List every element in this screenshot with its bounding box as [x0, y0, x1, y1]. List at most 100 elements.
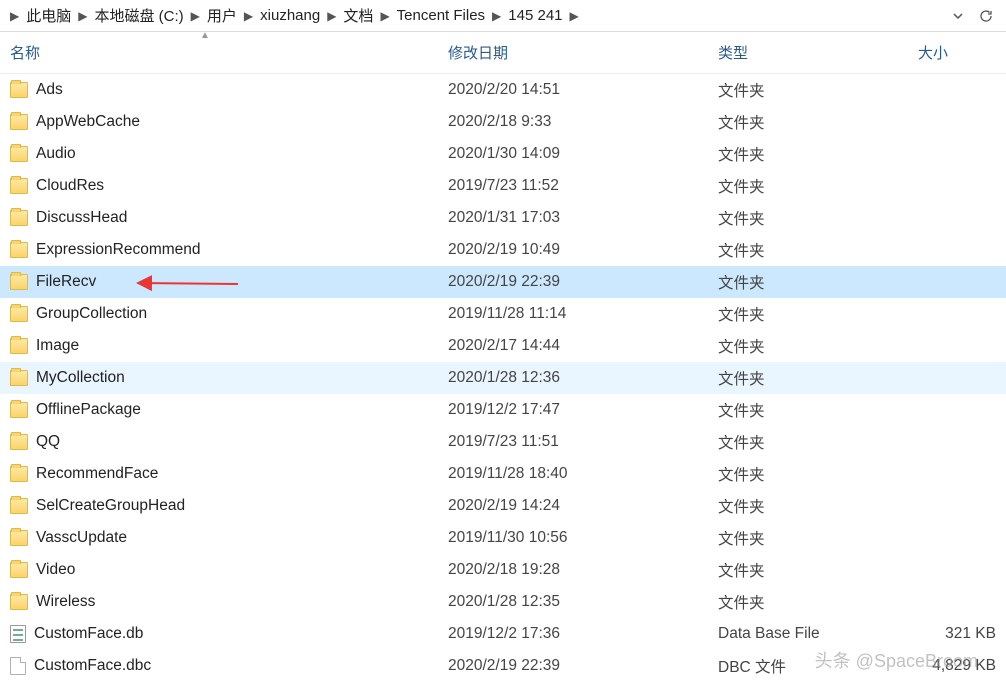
list-item[interactable]: ExpressionRecommend2020/2/19 10:49文件夹: [0, 234, 1006, 266]
cell-type: 文件夹: [710, 335, 910, 357]
breadcrumb-item[interactable]: Tencent Files▶: [394, 5, 504, 26]
cell-date: 2020/2/17 14:44: [440, 337, 710, 355]
folder-icon: [10, 114, 28, 130]
folder-icon: [10, 530, 28, 546]
list-item[interactable]: VasscUpdate2019/11/30 10:56文件夹: [0, 522, 1006, 554]
cell-type: 文件夹: [710, 431, 910, 453]
cell-date: 2020/2/19 14:24: [440, 497, 710, 515]
cell-name: Wireless: [0, 593, 440, 611]
breadcrumb-item[interactable]: 此电脑▶: [23, 3, 89, 28]
column-date[interactable]: 修改日期: [440, 32, 710, 73]
folder-icon: [10, 274, 28, 290]
list-item[interactable]: QQ2019/7/23 11:51文件夹: [0, 426, 1006, 458]
folder-icon: [10, 562, 28, 578]
cell-name: Ads: [0, 81, 440, 99]
item-name: AppWebCache: [36, 113, 140, 131]
folder-icon: [10, 338, 28, 354]
chevron-right-icon[interactable]: ▶: [189, 9, 202, 23]
cell-type: 文件夹: [710, 303, 910, 325]
cell-name: GroupCollection: [0, 305, 440, 323]
cell-date: 2020/1/28 12:35: [440, 593, 710, 611]
chevron-right-icon[interactable]: ▶: [76, 9, 89, 23]
list-item[interactable]: FileRecv2020/2/19 22:39文件夹: [0, 266, 1006, 298]
cell-size: 4,829 KB: [910, 657, 1006, 675]
cell-date: 2019/12/2 17:36: [440, 625, 710, 643]
cell-type: DBC 文件: [710, 655, 910, 677]
breadcrumb-label[interactable]: xiuzhang: [257, 5, 323, 26]
breadcrumb-label[interactable]: Tencent Files: [394, 5, 488, 26]
column-name[interactable]: 名称: [0, 32, 440, 73]
breadcrumb-item[interactable]: 文档▶: [340, 3, 391, 28]
folder-icon: [10, 594, 28, 610]
item-name: Wireless: [36, 593, 95, 611]
breadcrumb-label[interactable]: 此电脑: [23, 3, 74, 28]
chevron-right-icon[interactable]: ▶: [490, 9, 503, 23]
chevron-right-icon[interactable]: ▶: [568, 9, 581, 23]
list-item[interactable]: Image2020/2/17 14:44文件夹: [0, 330, 1006, 362]
list-item[interactable]: AppWebCache2020/2/18 9:33文件夹: [0, 106, 1006, 138]
cell-date: 2019/12/2 17:47: [440, 401, 710, 419]
file-list: Ads2020/2/20 14:51文件夹AppWebCache2020/2/1…: [0, 74, 1006, 682]
list-item[interactable]: SelCreateGroupHead2020/2/19 14:24文件夹: [0, 490, 1006, 522]
item-name: DiscussHead: [36, 209, 127, 227]
chevron-right-icon[interactable]: ▶: [8, 9, 21, 23]
column-type[interactable]: 类型: [710, 32, 910, 73]
cell-type: 文件夹: [710, 143, 910, 165]
cell-date: 2019/11/30 10:56: [440, 529, 710, 547]
list-item[interactable]: DiscussHead 2020/1/31 17:03文件夹: [0, 202, 1006, 234]
cell-name: CloudRes: [0, 177, 440, 195]
breadcrumb-item[interactable]: 本地磁盘 (C:)▶: [91, 3, 201, 28]
item-name: FileRecv: [36, 273, 96, 291]
cell-name: Video: [0, 561, 440, 579]
list-item[interactable]: CustomFace.dbc2020/2/19 22:39DBC 文件4,829…: [0, 650, 1006, 682]
breadcrumb-item[interactable]: 145 241▶: [505, 5, 580, 26]
list-item[interactable]: GroupCollection2019/11/28 11:14文件夹: [0, 298, 1006, 330]
list-item[interactable]: Video2020/2/18 19:28文件夹: [0, 554, 1006, 586]
breadcrumb-item[interactable]: xiuzhang▶: [257, 5, 338, 26]
cell-size: 321 KB: [910, 625, 1006, 643]
breadcrumb-label[interactable]: 文档: [340, 3, 376, 28]
file-icon: [10, 657, 26, 675]
refresh-button[interactable]: [974, 4, 998, 28]
sort-asc-icon: ▲: [200, 30, 210, 41]
item-name: MyCollection: [36, 369, 125, 387]
cell-date: 2020/2/19 10:49: [440, 241, 710, 259]
cell-date: 2019/7/23 11:51: [440, 433, 710, 451]
cell-type: 文件夹: [710, 207, 910, 229]
column-size[interactable]: 大小: [910, 32, 1006, 73]
cell-name: Image: [0, 337, 440, 355]
chevron-right-icon[interactable]: ▶: [325, 9, 338, 23]
folder-icon: [10, 466, 28, 482]
breadcrumb-label[interactable]: 本地磁盘 (C:): [91, 3, 186, 28]
list-item[interactable]: Audio2020/1/30 14:09文件夹: [0, 138, 1006, 170]
database-file-icon: [10, 625, 26, 643]
folder-icon: [10, 242, 28, 258]
cell-date: 2019/7/23 11:52: [440, 177, 710, 195]
folder-icon: [10, 498, 28, 514]
chevron-right-icon[interactable]: ▶: [242, 9, 255, 23]
list-item[interactable]: OfflinePackage2019/12/2 17:47文件夹: [0, 394, 1006, 426]
list-item[interactable]: RecommendFace2019/11/28 18:40文件夹: [0, 458, 1006, 490]
cell-type: 文件夹: [710, 239, 910, 261]
cell-name: CustomFace.db: [0, 625, 440, 643]
list-item[interactable]: CustomFace.db2019/12/2 17:36Data Base Fi…: [0, 618, 1006, 650]
list-item[interactable]: Ads2020/2/20 14:51文件夹: [0, 74, 1006, 106]
breadcrumb-label[interactable]: 145 241: [505, 5, 565, 26]
cell-name: OfflinePackage: [0, 401, 440, 419]
cell-type: 文件夹: [710, 175, 910, 197]
cell-date: 2020/1/30 14:09: [440, 145, 710, 163]
list-item[interactable]: MyCollection2020/1/28 12:36文件夹: [0, 362, 1006, 394]
cell-name: RecommendFace: [0, 465, 440, 483]
item-name: RecommendFace: [36, 465, 158, 483]
cell-name: DiscussHead: [0, 209, 440, 227]
list-item[interactable]: CloudRes2019/7/23 11:52文件夹: [0, 170, 1006, 202]
dropdown-button[interactable]: [946, 4, 970, 28]
list-item[interactable]: Wireless2020/1/28 12:35文件夹: [0, 586, 1006, 618]
cell-name: SelCreateGroupHead: [0, 497, 440, 515]
breadcrumb-item[interactable]: 用户▶: [204, 3, 255, 28]
cell-date: 2020/1/31 17:03: [440, 209, 710, 227]
item-name: CustomFace.dbc: [34, 657, 151, 675]
chevron-right-icon[interactable]: ▶: [378, 9, 391, 23]
cell-date: 2020/1/28 12:36: [440, 369, 710, 387]
breadcrumb-label[interactable]: 用户: [204, 3, 240, 28]
